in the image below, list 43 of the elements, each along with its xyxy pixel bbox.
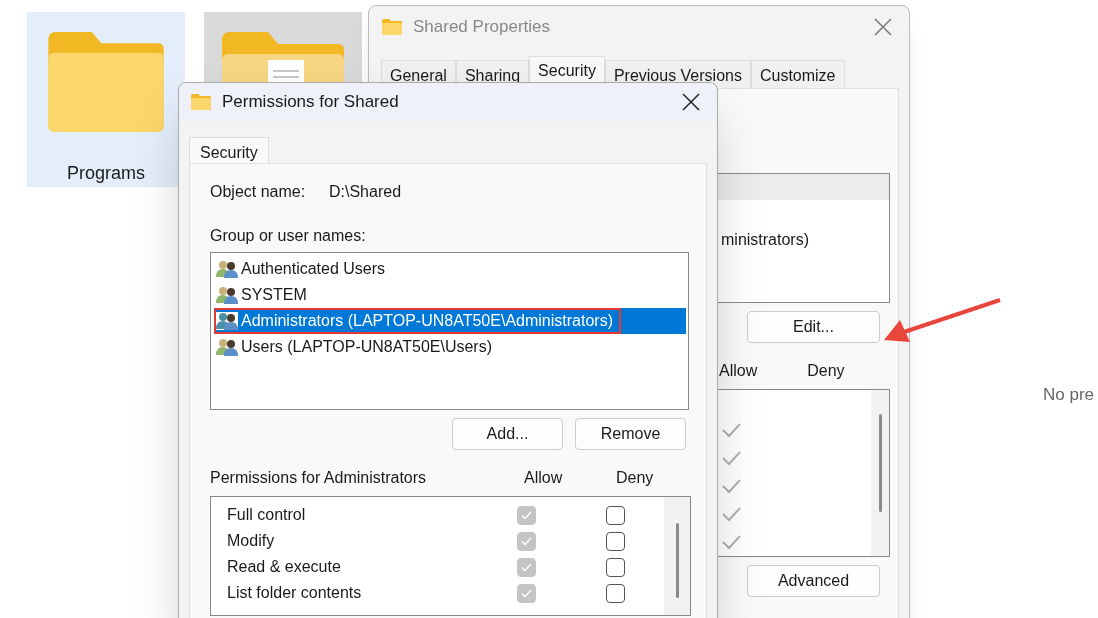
window-title: Shared Properties [413, 16, 552, 39]
deny-checkbox[interactable] [606, 531, 625, 551]
users-icon [216, 260, 238, 278]
permission-name: List folder contents [226, 583, 363, 603]
dialog-button[interactable]: Add... [452, 418, 563, 450]
permission-name: Modify [226, 531, 276, 551]
deny-checkbox[interactable] [606, 583, 625, 603]
checkmark-icon [521, 562, 532, 572]
checkmark-icon [521, 510, 532, 520]
folder-icon [381, 18, 403, 36]
group-list-item[interactable]: Administrators (LAPTOP-UN8AT50E\Administrators) [214, 308, 686, 334]
folder-icon [190, 93, 212, 111]
advanced-button[interactable]: Advanced [747, 565, 880, 597]
users-icon [216, 312, 238, 330]
column-header: Deny [616, 468, 654, 488]
dialog-button[interactable]: Remove [575, 418, 686, 450]
scrollbar[interactable] [664, 497, 690, 615]
edit-button[interactable]: Edit... [747, 311, 880, 343]
folder-tile[interactable]: Programs [27, 12, 185, 187]
permission-name: Full control [226, 505, 307, 525]
close-icon[interactable] [682, 93, 700, 111]
tab[interactable]: Security [189, 137, 269, 163]
checkmark-icon [521, 536, 532, 546]
column-header: Allow [524, 468, 564, 488]
checkmark-icon [521, 588, 532, 598]
window-title: Permissions for Shared [222, 91, 400, 114]
column-header: Deny [807, 361, 845, 381]
users-icon [216, 286, 238, 304]
permission-name: Read & execute [226, 557, 342, 577]
field-label: Object name: [210, 182, 307, 202]
group-list-item[interactable]: Users (LAPTOP-UN8AT50E\Users) [214, 334, 686, 360]
users-icon [216, 338, 238, 356]
object-name-value: D:\Shared [329, 182, 402, 202]
tab[interactable]: Customize [750, 60, 845, 88]
preview-message: No pre [1043, 384, 1095, 406]
section-label: Group or user names: [210, 226, 367, 246]
column-header: Allow [719, 361, 758, 381]
scrollbar[interactable] [871, 390, 889, 556]
group-list-item[interactable]: SYSTEM [214, 282, 686, 308]
deny-checkbox[interactable] [606, 557, 625, 577]
group-list-item[interactable]: Authenticated Users [214, 256, 686, 282]
section-label: Permissions for Administrators [210, 468, 428, 488]
deny-checkbox[interactable] [606, 505, 625, 525]
